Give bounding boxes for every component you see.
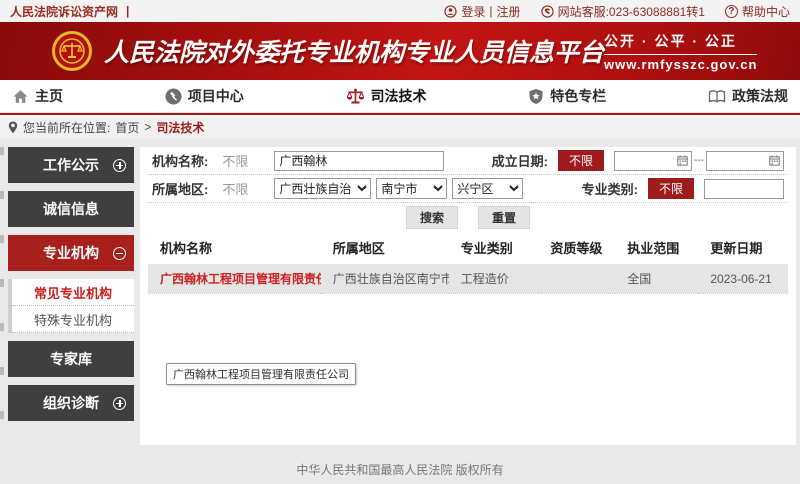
district-select[interactable]: 兴宁区	[452, 178, 523, 199]
breadcrumb-prefix: 您当前所在位置:	[23, 119, 110, 136]
sidebar-item-integrity-info[interactable]: 诚信信息	[8, 191, 134, 227]
province-select[interactable]: 广西壮族自治	[274, 178, 371, 199]
content-area: 工作公示 诚信信息 专业机构 常见专业机构 特殊专业机构 专家库 组织诊断	[0, 139, 800, 445]
divider	[604, 54, 757, 55]
founded-any-button[interactable]: 不限	[558, 150, 604, 171]
col-header-grade: 资质等级	[538, 231, 615, 264]
founded-date-label: 成立日期:	[492, 151, 548, 170]
breadcrumb-separator: >	[144, 120, 151, 134]
date-range-separator: ---	[694, 155, 704, 166]
register-link[interactable]: 注册	[497, 3, 521, 20]
org-name-input[interactable]	[274, 151, 444, 171]
sidebar-subitem-common-orgs[interactable]: 常见专业机构	[12, 279, 134, 306]
main-panel: 机构名称: 不限 成立日期: 不限 --- 所属地区: 不限 广西壮族自治	[140, 147, 796, 445]
sidebar-item-expert-pool[interactable]: 专家库	[8, 341, 134, 377]
calendar-icon	[677, 155, 688, 166]
location-pin-icon	[8, 121, 18, 134]
scales-icon	[346, 88, 365, 105]
main-nav: 主页 项目中心 司法技术 特色专栏	[0, 80, 800, 113]
city-select[interactable]: 南宁市	[376, 178, 447, 199]
nav-item-policies[interactable]: 政策法规	[708, 86, 788, 106]
site-url: www.rmfysszc.gov.cn	[604, 57, 757, 72]
login-link[interactable]: 登录	[461, 3, 485, 20]
org-grade-cell	[538, 264, 615, 294]
copyright-text: 中华人民共和国最高人民法院 版权所有	[296, 461, 503, 484]
divider: |	[126, 4, 129, 18]
gavel-icon	[165, 88, 182, 105]
page-title: 人民法院对外委托专业机构专业人员信息平台	[104, 33, 604, 69]
banner-slogan: 公开 · 公平 · 公正	[604, 31, 757, 51]
sidebar: 工作公示 诚信信息 专业机构 常见专业机构 特殊专业机构 专家库 组织诊断	[0, 147, 140, 445]
reset-button[interactable]: 重置	[478, 206, 530, 229]
nav-item-home[interactable]: 主页	[12, 86, 63, 106]
search-button[interactable]: 搜索	[406, 206, 458, 229]
sidebar-subitem-special-orgs[interactable]: 特殊专业机构	[12, 306, 134, 333]
sidebar-submenu: 常见专业机构 特殊专业机构	[8, 279, 134, 333]
book-icon	[708, 89, 726, 104]
org-region-cell: 广西壮族自治区南宁市兴宁区	[321, 264, 449, 294]
service-phone: 网站客服:023-63088881转1	[558, 3, 705, 20]
home-icon	[12, 89, 29, 104]
breadcrumb: 您当前所在位置: 首页 > 司法技术	[0, 113, 800, 139]
breadcrumb-home-link[interactable]: 首页	[115, 119, 139, 136]
filter-row-name: 机构名称: 不限 成立日期: 不限 ---	[148, 147, 788, 175]
top-utility-bar: 人民法院诉讼资产网 | 登录 | 注册 网站客服:023-63088881转1 …	[0, 0, 800, 22]
org-name-tooltip: 广西翰林工程项目管理有限责任公司	[166, 363, 356, 385]
shield-star-icon	[528, 88, 544, 105]
category-label: 专业类别:	[582, 179, 638, 198]
results-table: 机构名称 所属地区 专业类别 资质等级 执业范围 更新日期 广西翰林工程项目管理…	[148, 231, 788, 294]
category-input[interactable]	[704, 179, 784, 199]
collapse-icon	[113, 247, 126, 260]
org-name-link[interactable]: 广西翰林工程项目管理有限责任...	[148, 264, 321, 294]
category-any-button[interactable]: 不限	[648, 178, 694, 199]
page-footer: 中华人民共和国最高人民法院 版权所有	[0, 445, 800, 484]
site-banner: 人民法院对外委托专业机构专业人员信息平台 公开 · 公平 · 公正 www.rm…	[0, 22, 800, 80]
calendar-icon	[769, 155, 780, 166]
table-header-row: 机构名称 所属地区 专业类别 资质等级 执业范围 更新日期	[148, 231, 788, 264]
sidebar-item-professional-orgs[interactable]: 专业机构	[8, 235, 134, 271]
col-header-scope: 执业范围	[615, 231, 698, 264]
org-name-label: 机构名称:	[152, 151, 208, 170]
sidebar-item-work-publicity[interactable]: 工作公示	[8, 147, 134, 183]
help-center-link[interactable]: 帮助中心	[742, 3, 790, 20]
org-category-cell: 工程造价	[449, 264, 539, 294]
nav-item-project-center[interactable]: 项目中心	[165, 86, 244, 106]
expand-icon	[113, 159, 126, 172]
divider: |	[489, 4, 492, 18]
col-header-region: 所属地区	[321, 231, 449, 264]
table-row: 广西翰林工程项目管理有限责任... 广西壮族自治区南宁市兴宁区 工程造价 全国 …	[148, 264, 788, 294]
user-icon	[444, 5, 457, 18]
region-any: 不限	[222, 179, 260, 198]
filter-row-region: 所属地区: 不限 广西壮族自治 南宁市 兴宁区 专业类别: 不限	[148, 175, 788, 203]
breadcrumb-current: 司法技术	[156, 119, 204, 136]
org-updated-cell: 2023-06-21	[698, 264, 788, 294]
founded-date-end-input[interactable]	[706, 151, 784, 171]
expand-icon	[113, 397, 126, 410]
phone-icon	[541, 5, 554, 18]
court-emblem-logo	[52, 31, 92, 71]
sidebar-item-org-diagnosis[interactable]: 组织诊断	[8, 385, 134, 421]
site-link[interactable]: 人民法院诉讼资产网	[10, 3, 118, 20]
col-header-updated: 更新日期	[698, 231, 788, 264]
org-name-any: 不限	[222, 151, 260, 170]
question-icon: ?	[725, 5, 738, 18]
form-actions: 搜索 重置	[148, 203, 788, 227]
region-label: 所属地区:	[152, 179, 208, 198]
org-scope-cell: 全国	[615, 264, 698, 294]
founded-date-start-input[interactable]	[614, 151, 692, 171]
col-header-org-name: 机构名称	[148, 231, 321, 264]
nav-item-judicial-tech[interactable]: 司法技术	[346, 86, 427, 106]
nav-item-featured-column[interactable]: 特色专栏	[528, 86, 606, 106]
col-header-category: 专业类别	[449, 231, 539, 264]
